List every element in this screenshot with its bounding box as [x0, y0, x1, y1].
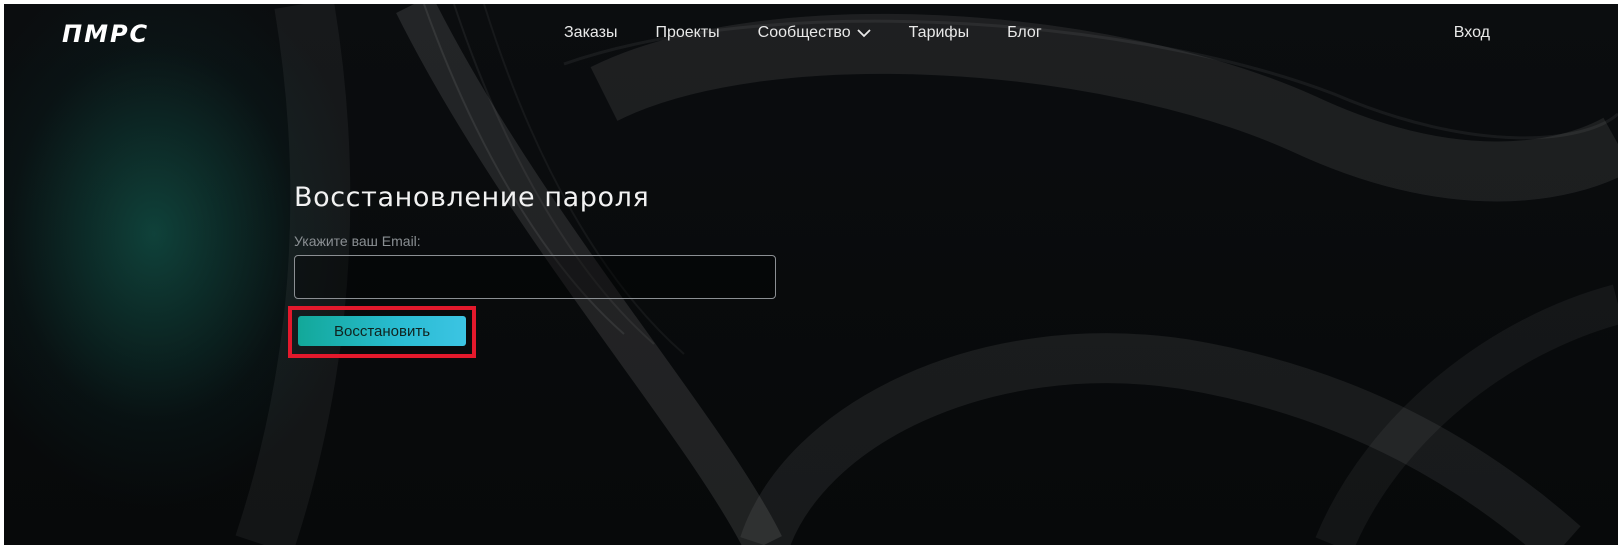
nav-item-community[interactable]: Сообщество [758, 24, 871, 42]
nav-item-blog-label: Блог [1007, 24, 1042, 41]
main-menu: Заказы Проекты Сообщество Тарифы Блог [564, 24, 1042, 42]
nav-item-community-label: Сообщество [757, 24, 851, 41]
page: ПМРС Заказы Проекты Сообщество Тарифы Бл… [4, 4, 1618, 545]
nav-item-tariffs-label: Тарифы [908, 24, 970, 41]
nav-item-projects-label: Проекты [655, 24, 720, 41]
page-title: Восстановление пароля [294, 182, 650, 213]
chevron-down-icon[interactable] [856, 28, 871, 38]
restore-button[interactable]: Восстановить [298, 316, 466, 346]
email-input[interactable] [294, 255, 776, 299]
site-logo[interactable]: ПМРС [62, 20, 149, 48]
nav-item-tariffs[interactable]: Тарифы [909, 24, 969, 42]
nav-item-blog[interactable]: Блог [1007, 24, 1042, 42]
nav-item-projects[interactable]: Проекты [655, 24, 719, 42]
top-navigation: ПМРС Заказы Проекты Сообщество Тарифы Бл… [4, 4, 1618, 58]
password-recovery-form: Восстановление пароля Укажите ваш Email:… [288, 182, 784, 358]
email-label: Укажите ваш Email: [294, 233, 421, 249]
login-link[interactable]: Вход [1454, 24, 1490, 42]
nav-item-orders-label: Заказы [564, 24, 618, 41]
nav-item-orders[interactable]: Заказы [564, 24, 617, 42]
highlight-box: Восстановить [288, 306, 476, 358]
background-mesh-art [235, 4, 1618, 545]
